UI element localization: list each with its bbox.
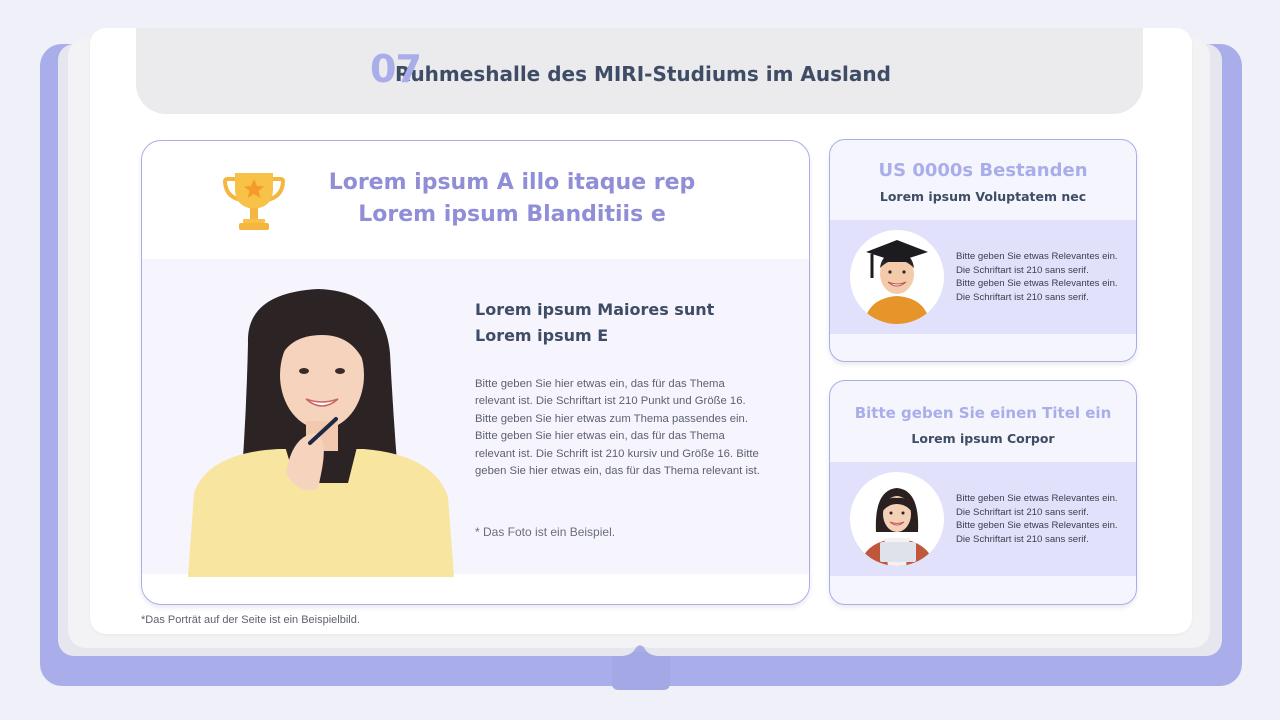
- book-spine-tab: [612, 652, 670, 690]
- side-card-1-title: US 0000s Bestanden: [878, 160, 1088, 181]
- side-card-1-subtitle: Lorem ipsum Voluptatem nec: [879, 189, 1087, 204]
- main-card: Lorem ipsum A illo itaque rep Lorem ipsu…: [141, 140, 810, 605]
- footnote: *Das Porträt auf der Seite ist ein Beisp…: [141, 614, 360, 626]
- side-card-2-title: Bitte geben Sie einen Titel ein: [854, 404, 1112, 422]
- avatar-student: [850, 472, 944, 566]
- main-card-title: Lorem ipsum A illo itaque rep Lorem ipsu…: [328, 170, 696, 227]
- trophy-icon: [223, 173, 285, 230]
- side-card-1-band: Bitte geben Sie etwas Relevantes ein. Di…: [830, 220, 1136, 334]
- side-card-2-band: Bitte geben Sie etwas Relevantes ein. Di…: [830, 462, 1136, 576]
- side-card-2-subtitle: Lorem ipsum Corpor: [911, 431, 1055, 446]
- student-photo: [188, 289, 454, 577]
- main-card-body-text: Bitte geben Sie hier etwas ein, das für …: [475, 378, 760, 478]
- side-card-2-text: Bitte geben Sie etwas Relevantes ein. Di…: [956, 493, 1118, 545]
- side-card-1-text: Bitte geben Sie etwas Relevantes ein. Di…: [956, 251, 1118, 303]
- page-title: Ruhmeshalle des MIRI-Studiums im Ausland: [395, 62, 891, 86]
- avatar-graduate: [850, 230, 944, 324]
- section-number: 07: [370, 47, 422, 91]
- side-card-1: US 0000s Bestanden Lorem ipsum Voluptate…: [829, 139, 1137, 362]
- side-card-2: Bitte geben Sie einen Titel ein Lorem ip…: [829, 380, 1137, 605]
- main-card-subtitle: Lorem ipsum Maiores sunt Lorem ipsum E: [475, 300, 715, 345]
- photo-note: * Das Foto ist ein Beispiel.: [475, 525, 616, 539]
